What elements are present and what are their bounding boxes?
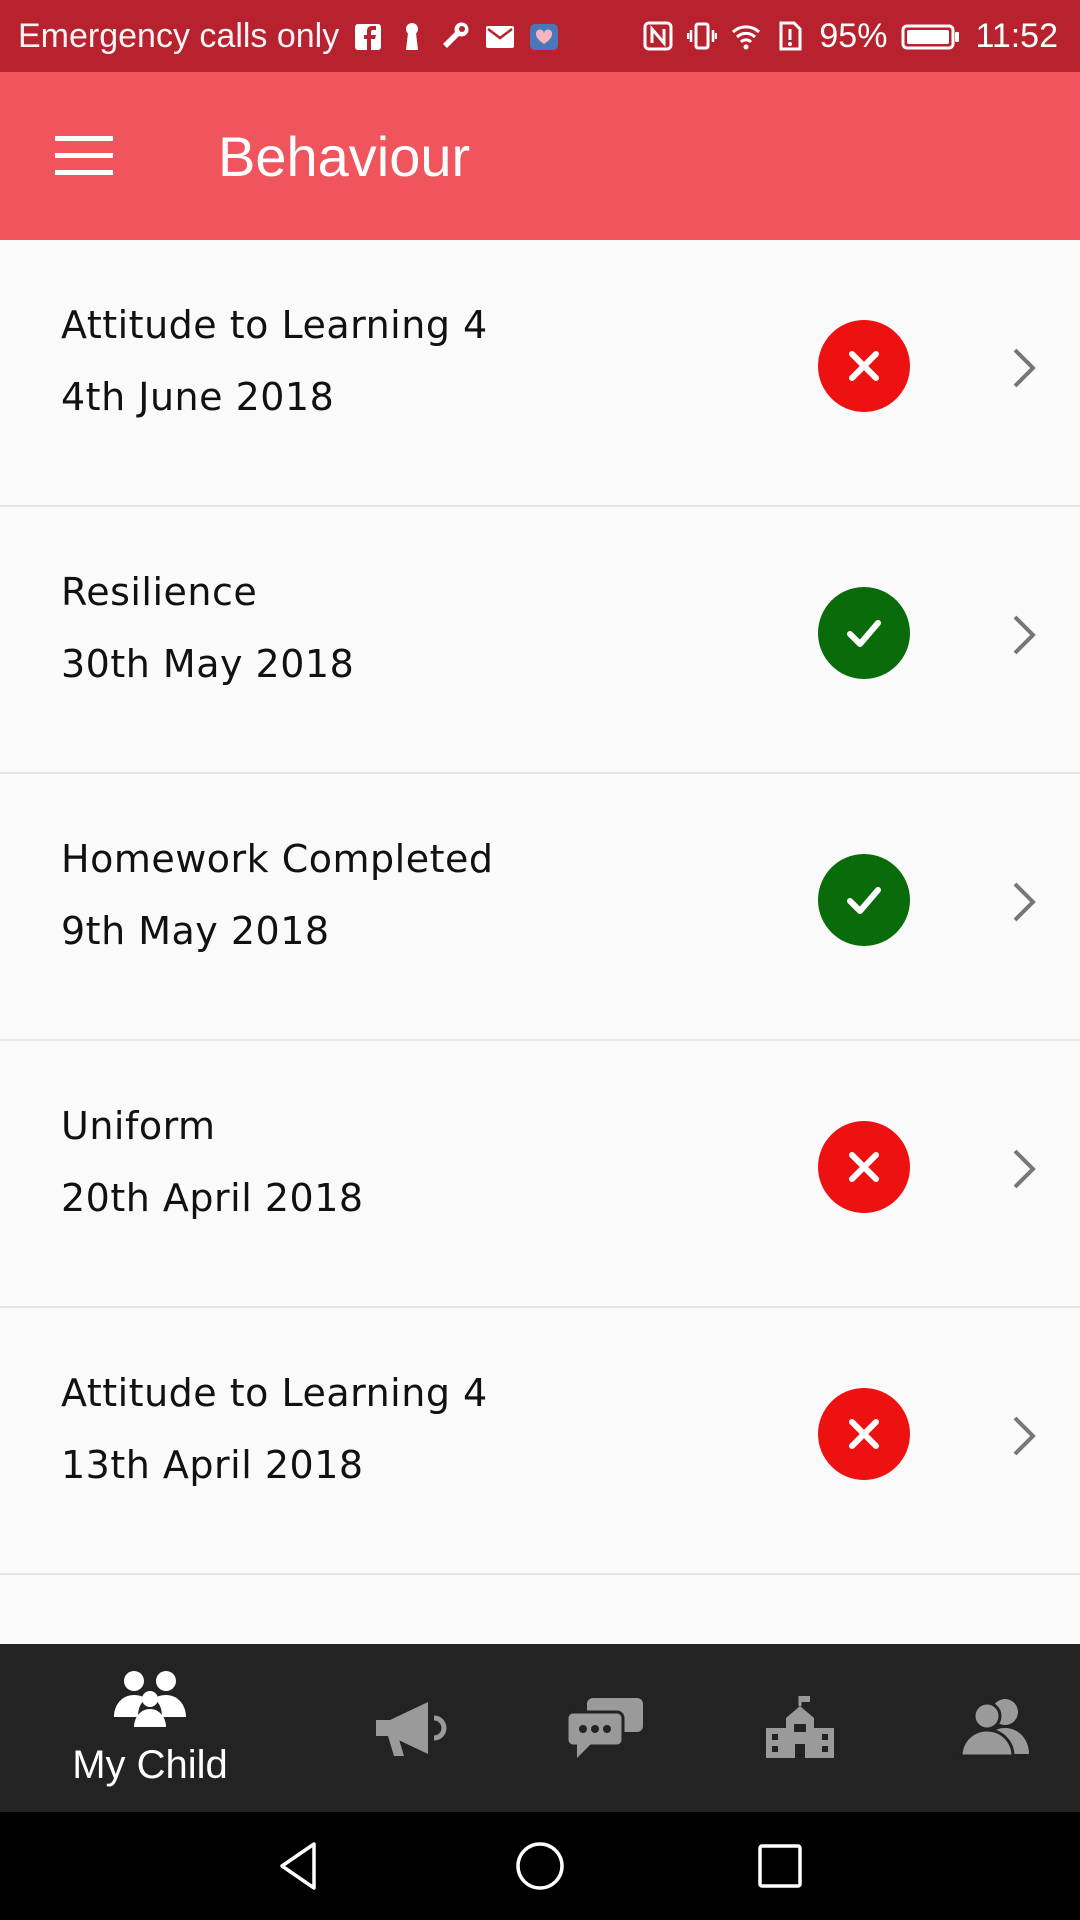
behaviour-title: Homework Completed	[61, 837, 494, 881]
chevron-right-icon	[1010, 880, 1050, 924]
behaviour-date: 4th June 2018	[61, 375, 335, 419]
nfc-icon	[643, 20, 673, 52]
megaphone-icon	[376, 1702, 447, 1756]
wrench-icon	[441, 20, 471, 52]
behaviour-title: Attitude to Learning 4	[61, 303, 488, 347]
hamburger-icon	[55, 136, 113, 175]
chevron-right-icon	[1010, 346, 1050, 390]
chat-bubbles-icon	[565, 1698, 643, 1758]
check-icon	[847, 887, 881, 914]
home-icon	[516, 1842, 564, 1890]
mail-icon	[485, 20, 515, 52]
behaviour-date: 9th May 2018	[61, 909, 330, 953]
nav-item-school[interactable]	[745, 1644, 855, 1812]
page-title: Behaviour	[218, 125, 471, 188]
check-icon	[847, 620, 881, 647]
home-button[interactable]	[510, 1838, 570, 1894]
system-navigation-bar	[0, 1812, 1080, 1920]
negative-status-badge	[818, 1388, 910, 1480]
status-bar: Emergency calls only 95% 11:52	[0, 0, 1080, 72]
nav-item-label: My Child	[72, 1742, 228, 1787]
back-icon	[280, 1842, 316, 1890]
battery-icon	[901, 20, 961, 52]
behaviour-item[interactable]: Homework Completed 9th May 2018	[0, 774, 1080, 1041]
positive-status-badge	[818, 587, 910, 679]
sim-alert-icon	[775, 20, 805, 52]
vibrate-icon	[687, 20, 718, 52]
nav-item-announcements[interactable]	[355, 1644, 465, 1812]
behaviour-list: Attitude to Learning 4 4th June 2018 Res…	[0, 240, 1080, 1575]
recents-icon	[758, 1844, 802, 1888]
bottom-navigation: My Child	[0, 1644, 1080, 1812]
nav-item-my-child[interactable]: My Child	[50, 1644, 250, 1812]
school-icon	[766, 1696, 834, 1758]
negative-status-badge	[818, 1121, 910, 1213]
nav-item-messages[interactable]	[550, 1644, 660, 1812]
clock: 11:52	[975, 16, 1058, 55]
contacts-icon	[959, 1699, 1029, 1758]
behaviour-date: 20th April 2018	[61, 1176, 364, 1220]
app-notification-icon	[529, 20, 559, 52]
positive-status-badge	[818, 854, 910, 946]
behaviour-title: Resilience	[61, 570, 258, 614]
menu-button[interactable]	[40, 116, 128, 196]
app-bar: Behaviour	[0, 72, 1080, 240]
behaviour-item[interactable]: Resilience 30th May 2018	[0, 507, 1080, 774]
behaviour-item[interactable]: Uniform 20th April 2018	[0, 1041, 1080, 1308]
behaviour-title: Attitude to Learning 4	[61, 1371, 488, 1415]
back-button[interactable]	[270, 1838, 330, 1894]
behaviour-item[interactable]: Attitude to Learning 4 13th April 2018	[0, 1308, 1080, 1575]
status-bar-right: 95% 11:52	[643, 0, 1058, 72]
negative-status-badge	[818, 320, 910, 412]
carrier-text: Emergency calls only	[18, 16, 340, 55]
keyhole-icon	[397, 20, 427, 52]
family-icon	[114, 1670, 186, 1727]
status-bar-left: Emergency calls only	[18, 0, 559, 72]
recents-button[interactable]	[750, 1838, 810, 1894]
behaviour-date: 30th May 2018	[61, 642, 355, 686]
x-icon	[849, 1152, 879, 1182]
facebook-icon	[353, 20, 383, 52]
x-icon	[849, 1419, 879, 1449]
behaviour-item[interactable]: Attitude to Learning 4 4th June 2018	[0, 240, 1080, 507]
battery-percent: 95%	[819, 16, 888, 55]
nav-item-contacts[interactable]	[940, 1644, 1050, 1812]
behaviour-title: Uniform	[61, 1104, 216, 1148]
chevron-right-icon	[1010, 1414, 1050, 1458]
behaviour-date: 13th April 2018	[61, 1443, 364, 1487]
wifi-icon	[731, 20, 761, 52]
x-icon	[849, 351, 879, 381]
chevron-right-icon	[1010, 1147, 1050, 1191]
chevron-right-icon	[1010, 613, 1050, 657]
